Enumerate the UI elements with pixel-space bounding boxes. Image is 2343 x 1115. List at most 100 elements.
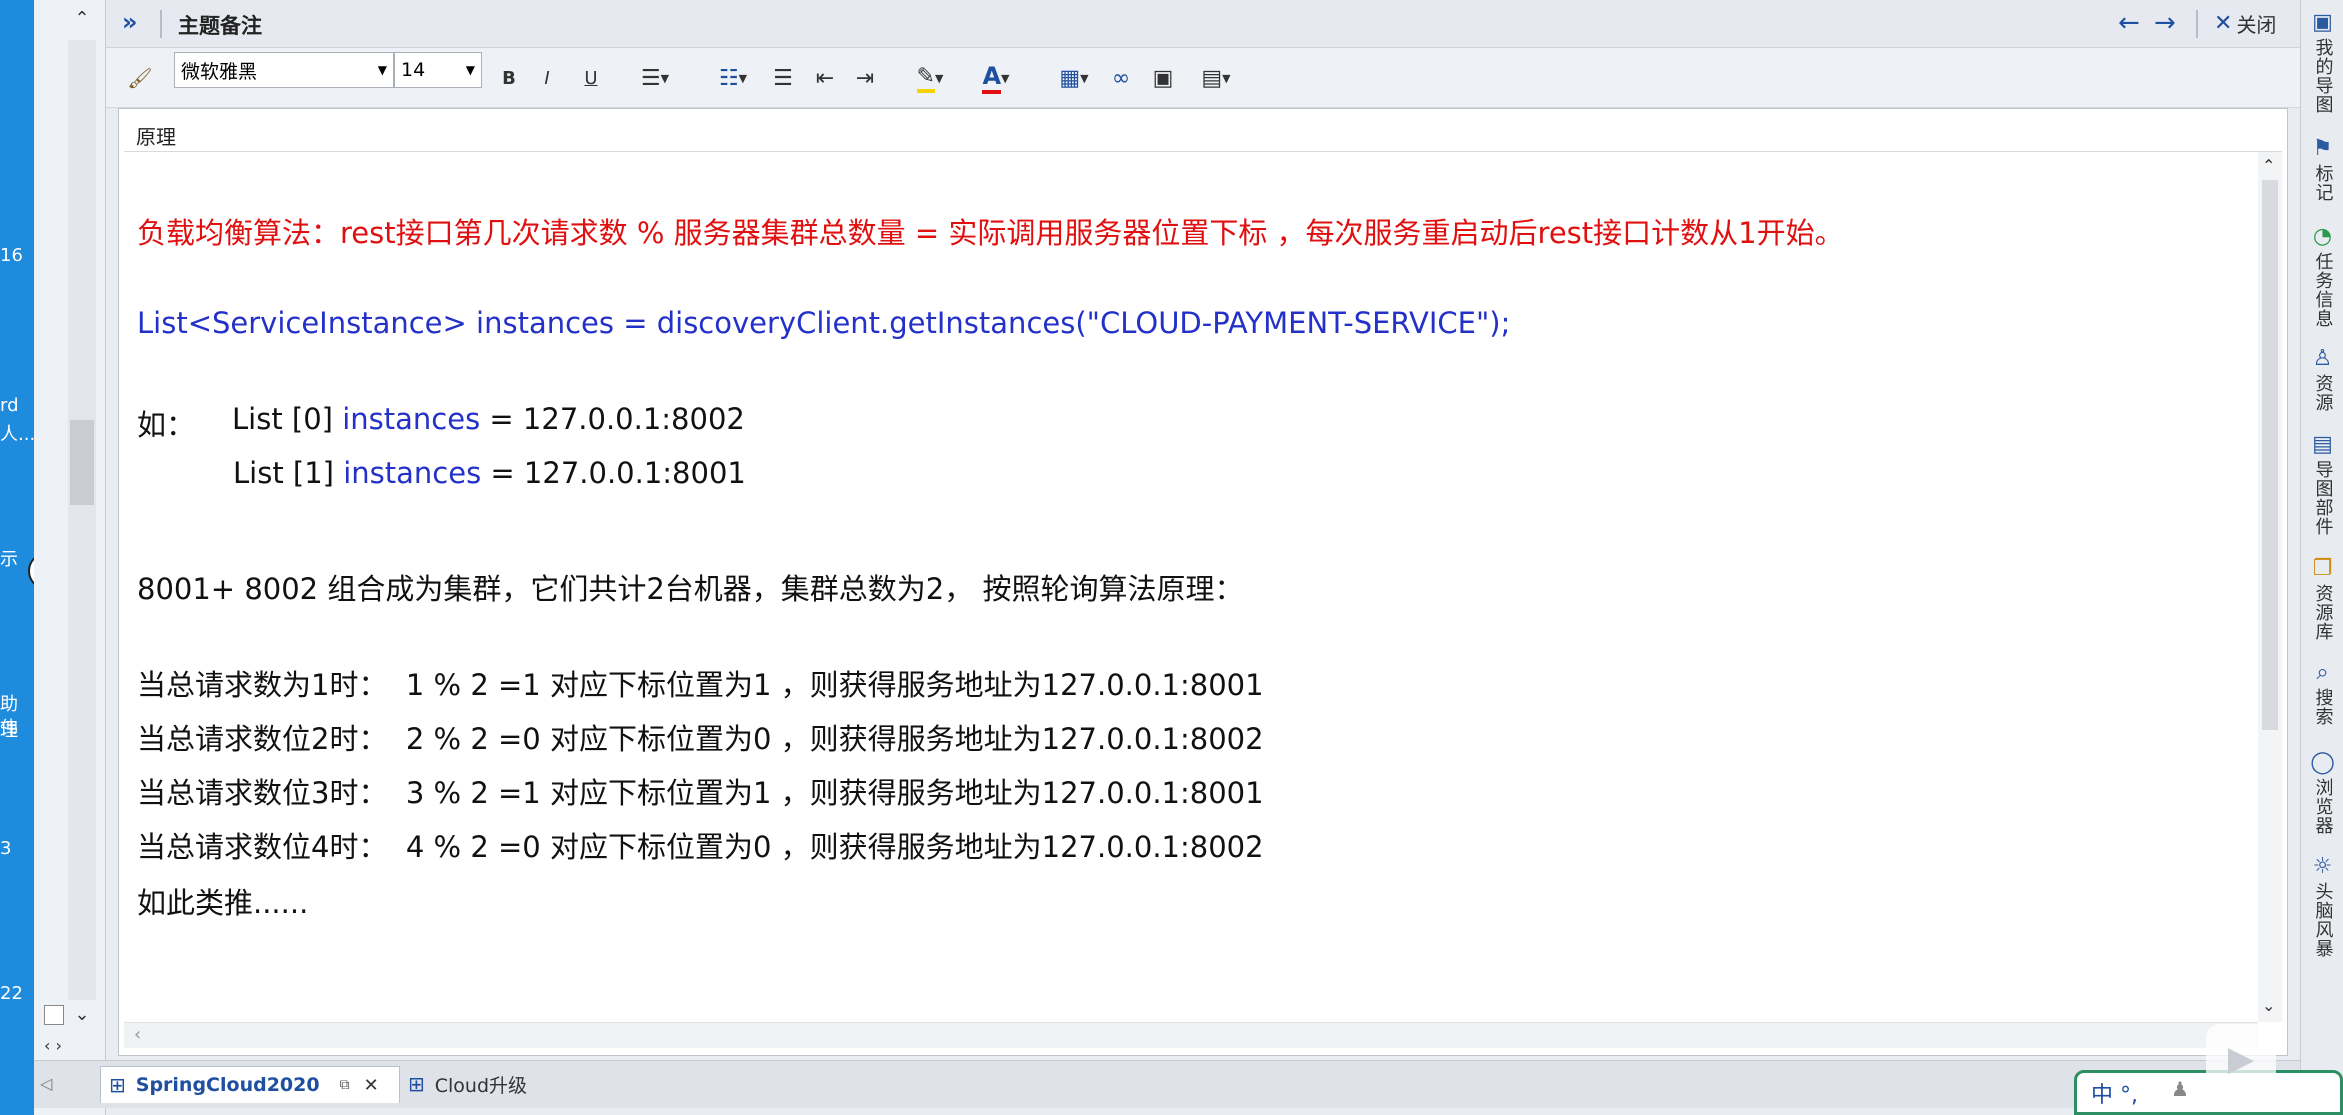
parts-icon: ▤ — [2312, 432, 2333, 457]
sidebar-item-browser[interactable]: ◯ 浏览器 — [2301, 750, 2343, 835]
tab-springcloud2020[interactable]: ⊞ SpringCloud2020 ⧉ ✕ — [100, 1066, 400, 1103]
tab-cloud-upgrade[interactable]: ⊞ Cloud升级 — [400, 1066, 568, 1102]
tab-restore-icon[interactable]: ⧉ — [340, 1077, 350, 1093]
desktop-label: rd — [0, 395, 19, 416]
marker-icon: ⚑ — [2312, 136, 2333, 161]
content-line-example-0-body: List [0] instances = 127.0.0.1:8002 — [232, 402, 745, 436]
sidebar-item-label: 我的导图 — [2312, 38, 2334, 114]
bullet-list-icon[interactable]: ☰ — [766, 62, 800, 94]
outline-scrollbar[interactable] — [68, 40, 96, 1000]
address-text: = 127.0.0.1:8002 — [480, 402, 745, 436]
desktop-label: 伟 — [0, 718, 18, 739]
font-size-select[interactable]: 14 ▼ — [394, 52, 482, 88]
content-line-cluster: 8001+ 8002 组合成为集群，它们共计2台机器，集群总数为2， 按照轮询算… — [137, 572, 1244, 606]
bold-button[interactable]: B — [494, 62, 524, 94]
font-size-value: 14 — [401, 59, 426, 81]
desktop-label: 3 — [0, 838, 12, 859]
nav-arrows-icon[interactable]: ‹ › — [44, 1036, 74, 1056]
content-line-example-0: 如： — [137, 402, 195, 444]
insert-object-icon[interactable]: ▤ ▼ — [1190, 62, 1242, 94]
sidebar-item-label: 头脑风暴 — [2312, 882, 2334, 958]
tab-scroll-left-icon[interactable]: ◁ — [40, 1074, 52, 1093]
desktop-label: 人... — [0, 424, 36, 445]
italic-button[interactable]: I — [532, 62, 562, 94]
lightbulb-icon: ☼ — [2312, 854, 2333, 879]
code-call: discoveryClient.getInstances("CLOUD-PAYM… — [656, 306, 1511, 340]
arrow-left-icon[interactable]: ← — [2118, 8, 2140, 38]
collapse-double-chevron-icon[interactable]: » — [122, 8, 152, 38]
note-title-text: 原理 — [136, 125, 176, 149]
format-painter-icon[interactable]: 🖌 — [122, 62, 158, 94]
code-declaration: List<ServiceInstance> instances = — [137, 306, 657, 340]
arrow-right-icon[interactable]: → — [2154, 8, 2176, 38]
instances-keyword: instances — [343, 456, 482, 490]
note-title-field[interactable]: 原理 — [124, 114, 2282, 152]
sidebar-item-resources[interactable]: ♙ 资源 — [2301, 346, 2343, 412]
separator — [160, 10, 162, 38]
desktop-label: 22 — [0, 983, 23, 1004]
sidebar-item-task-info[interactable]: ◔ 任务信息 — [2301, 224, 2343, 328]
content-horizontal-scrollbar[interactable]: ‹ — [124, 1022, 2258, 1048]
search-icon: ⌕ — [2316, 660, 2329, 685]
task-icon: ◔ — [2312, 224, 2333, 249]
font-color-icon[interactable]: A ▼ — [968, 62, 1024, 94]
link-icon[interactable]: ∞ — [1104, 62, 1138, 94]
scroll-up-icon[interactable]: ⌃ — [2262, 156, 2275, 175]
dropdown-arrow-icon: ▼ — [377, 63, 387, 77]
indent-icon[interactable]: ⇥ — [848, 62, 882, 94]
content-scroll-thumb[interactable] — [2262, 180, 2278, 730]
sidebar-item-search[interactable]: ⌕ 搜索 — [2301, 660, 2343, 726]
sidebar-item-library[interactable]: ❐ 资源库 — [2301, 556, 2343, 641]
sidebar-item-brainstorm[interactable]: ☼ 头脑风暴 — [2301, 854, 2343, 958]
scroll-down-icon[interactable]: ⌄ — [2262, 996, 2275, 1015]
sidebar-item-my-maps[interactable]: ▣ 我的导图 — [2301, 10, 2343, 114]
list-index-text: List [1] — [233, 456, 344, 490]
outdent-icon[interactable]: ⇤ — [808, 62, 842, 94]
outline-scroll-thumb[interactable] — [70, 420, 94, 505]
content-line-code: List<ServiceInstance> instances = discov… — [137, 306, 1510, 340]
content-line-request-3: 当总请求数位3时： 3 % 2 =1 对应下标位置为1 ，则获得服务地址为127… — [137, 776, 1264, 810]
sidebar-item-label: 标记 — [2312, 164, 2334, 202]
close-button[interactable]: ✕ 关闭 — [2214, 9, 2276, 38]
content-line-request-2: 当总请求数位2时： 2 % 2 =0 对应下标位置为0 ，则获得服务地址为127… — [137, 722, 1264, 756]
table-icon[interactable]: ▦ ▼ — [1048, 62, 1100, 94]
close-icon: ✕ — [2214, 11, 2233, 36]
content-line-etc: 如此类推...... — [137, 886, 309, 920]
chevron-up-icon[interactable]: ⌃ — [70, 8, 94, 32]
content-line-request-4: 当总请求数位4时： 4 % 2 =0 对应下标位置为0 ，则获得服务地址为127… — [137, 830, 1264, 864]
sidebar-item-label: 导图部件 — [2312, 460, 2334, 536]
numbered-list-icon[interactable]: ☷ ▼ — [702, 62, 764, 94]
panel-title: 主题备注 — [178, 14, 262, 38]
underline-button[interactable]: U — [576, 62, 606, 94]
sidebar-item-label: 搜索 — [2312, 688, 2334, 726]
person-icon: ♙ — [2312, 346, 2333, 371]
sidebar-item-label: 任务信息 — [2312, 252, 2334, 328]
sidebar-item-label: 浏览器 — [2312, 778, 2334, 835]
dropdown-arrow-icon: ▼ — [465, 63, 475, 77]
desktop-label: 示 — [0, 549, 18, 570]
tab-close-icon[interactable]: ✕ — [364, 1075, 379, 1096]
align-icon[interactable]: ☰ ▼ — [630, 62, 680, 94]
sidebar-item-map-parts[interactable]: ▤ 导图部件 — [2301, 432, 2343, 536]
highlight-color-icon[interactable]: ✎ ▼ — [904, 62, 956, 94]
play-overlay-button[interactable]: ▶ — [2206, 1024, 2276, 1094]
scroll-left-icon[interactable]: ‹ — [134, 1024, 141, 1045]
tab-label: SpringCloud2020 — [135, 1074, 320, 1096]
content-line-algorithm: 负载均衡算法：rest接口第几次请求数 % 服务器集群总数量 = 实际调用服务器… — [137, 216, 1844, 250]
ime-mode-label: 中 °, — [2091, 1083, 2138, 1108]
sidebar-item-label: 资源库 — [2312, 584, 2334, 641]
font-family-value: 微软雅黑 — [181, 60, 258, 83]
desktop-strip: 16 rd 人... 示 助理 伟 3 22 — [0, 0, 36, 1115]
close-label: 关闭 — [2236, 13, 2277, 37]
content-line-request-1: 当总请求数为1时： 1 % 2 =1 对应下标位置为1 ，则获得服务地址为127… — [137, 668, 1264, 702]
font-family-select[interactable]: 微软雅黑 ▼ — [174, 52, 394, 88]
sidebar-item-markers[interactable]: ⚑ 标记 — [2301, 136, 2343, 202]
play-icon: ▶ — [2227, 1039, 2255, 1079]
map-icon: ▣ — [2312, 10, 2333, 35]
user-icon: ♟ — [2171, 1077, 2189, 1101]
image-icon[interactable]: ▣ — [1146, 62, 1180, 94]
tab-label: Cloud升级 — [434, 1074, 528, 1097]
resize-icon[interactable] — [44, 1005, 64, 1025]
example-prefix: 如： — [137, 408, 196, 442]
chevron-down-icon[interactable]: ⌄ — [70, 1004, 94, 1028]
